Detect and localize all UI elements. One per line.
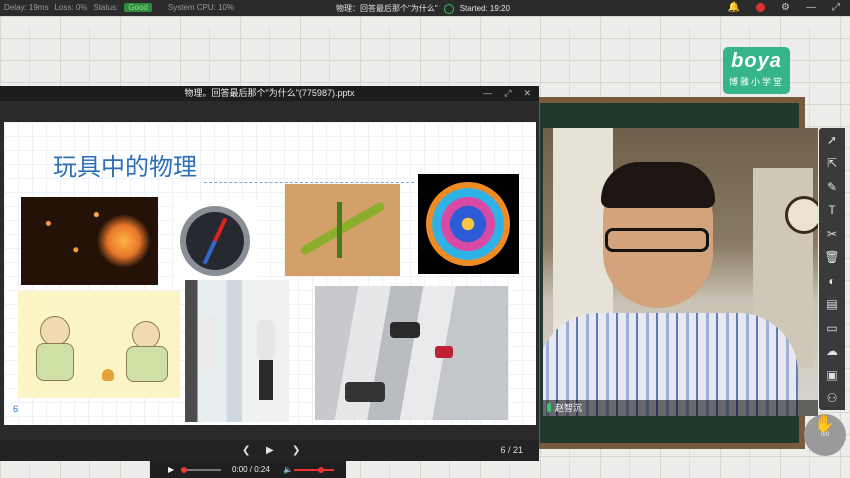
toolbox-icon[interactable]: ▣ [819,363,845,387]
loss-readout: Loss: 0% [54,3,88,12]
lesson-title: 物理：回答最后那个"为什么" [336,4,438,13]
funhouse-mirror-photo [185,280,289,422]
raise-hand-button[interactable]: ✋ 0/0 [804,414,846,456]
bell-icon[interactable]: 🔔 [728,2,740,13]
slide-page-number: 6 [13,404,19,414]
brand-logo: boya 博雅小学堂 [723,47,790,94]
bamboo-dragonfly-image [285,184,400,276]
gear-icon[interactable]: ⚙ [781,2,790,13]
minimize-button[interactable]: — [483,86,492,101]
minimize-icon[interactable]: — [806,2,816,13]
group-icon[interactable]: ⚇ [819,387,845,411]
ppt-viewer-window: 物理。回答最后那个"为什么"(775987).pptx — ⤢ ✕ 玩具中的物理 [0,86,539,461]
trash-icon[interactable]: 🗑 [819,246,845,270]
media-player-bar: ▶ 0:00 / 0:24 🔈 [150,461,346,478]
record-icon[interactable] [756,3,766,12]
logo-subtitle: 博雅小学堂 [728,77,784,87]
cloud-icon[interactable]: ☁ [819,340,845,364]
play-slide-button[interactable]: ▶ [266,445,274,456]
spinning-top-illustration [18,291,180,398]
clock-icon [443,3,454,14]
sky-lantern-image [21,197,158,285]
participant-name-bar: 赵智沉 [543,400,818,416]
started-time: Started: 19:20 [459,4,510,13]
pointer-icon[interactable]: ➚ [819,128,845,152]
status-label: Status: [93,3,119,12]
play-icon[interactable]: ▶ [168,465,174,474]
cpu-readout: System CPU: 10% [167,3,235,12]
logo-wordmark: boya [731,50,782,72]
eraser-icon[interactable]: ◐ [819,269,845,293]
slide-canvas: 玩具中的物理 6 [4,122,536,425]
select-icon[interactable]: ⇱ [819,152,845,176]
expand-button[interactable]: ⤢ [504,86,511,101]
progress-slider[interactable] [181,467,221,473]
scissors-icon[interactable]: ✂ [819,222,845,246]
hand-icon: ✋ [814,414,836,433]
close-button[interactable]: ✕ [523,86,531,101]
page-indicator: 6 / 21 [500,445,523,455]
title-divider [204,182,414,183]
media-time: 0:00 / 0:24 [232,465,270,474]
kaleidoscope-image [418,174,519,274]
next-slide-button[interactable]: ❯ [292,445,300,456]
mic-icon [547,403,551,412]
volume-icon[interactable]: 🔈 [283,465,293,474]
delay-readout: Delay: 19ms [4,3,49,12]
pen-icon[interactable]: ✎ [819,175,845,199]
chat-icon[interactable]: ▭ [819,316,845,340]
participant-name: 赵智沉 [555,403,583,413]
status-bar: Delay: 19ms Loss: 0% Status: Good System… [0,0,850,16]
toy-car-track-photo [315,286,508,420]
ppt-titlebar[interactable]: 物理。回答最后那个"为什么"(775987).pptx — ⤢ ✕ [0,86,539,101]
wall-clock-decoration [785,196,818,234]
note-icon[interactable]: ▤ [819,293,845,317]
slide-title: 玩具中的物理 [53,153,197,181]
status-badge: Good [124,3,152,12]
text-icon[interactable]: T [819,199,845,223]
volume-slider[interactable] [294,467,334,473]
slide-navigation: ❮ ▶ ❯ 6 / 21 [0,440,539,461]
fullscreen-icon[interactable]: ⤢ [832,2,840,13]
teacher-video: 赵智沉 [543,128,818,416]
ppt-title: 物理。回答最后那个"为什么"(775987).pptx [184,88,355,98]
compass-image [174,200,258,284]
whiteboard-toolbar: ➚ ⇱ ✎ T ✂ 🗑 ◐ ▤ ▭ ☁ ▣ ⚇ [819,128,845,410]
hand-count: 0/0 [820,432,830,438]
prev-slide-button[interactable]: ❮ [242,445,250,456]
